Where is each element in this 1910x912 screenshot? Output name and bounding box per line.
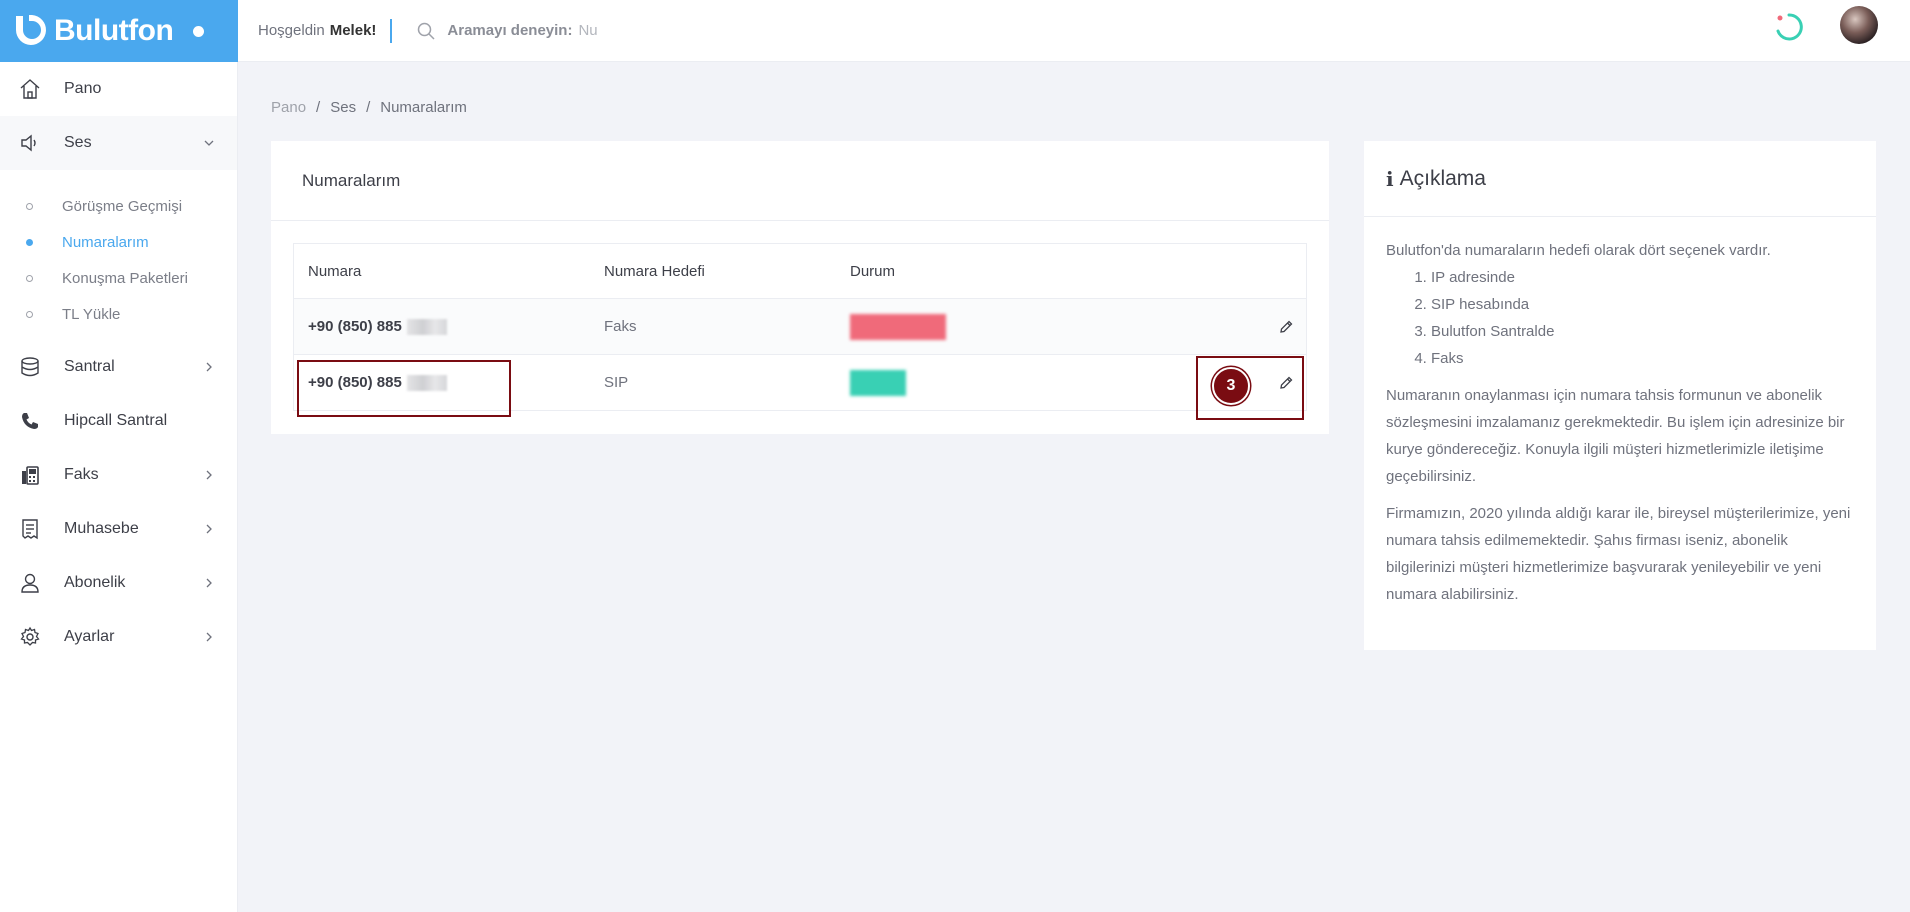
info-intro: Bulutfon'da numaraların hedefi olarak dö… xyxy=(1386,242,1771,259)
breadcrumb: Pano / Ses / Numaralarım xyxy=(271,99,467,116)
receipt-icon xyxy=(18,517,42,541)
welcome-message: Hoşgeldin Melek! xyxy=(258,18,393,43)
table-row: +90 (850) 885 Faks xyxy=(294,298,1306,354)
number-text: +90 (850) 885 xyxy=(308,318,402,335)
redacted-digits xyxy=(406,318,447,335)
status-cell xyxy=(850,313,1150,340)
loading-spinner-icon xyxy=(1776,13,1803,41)
speaker-icon xyxy=(18,131,42,155)
bulutfon-logo-icon xyxy=(16,15,46,45)
chevron-right-icon xyxy=(206,524,212,534)
database-icon xyxy=(18,355,42,379)
info-icon: i xyxy=(1386,166,1394,191)
option-item: Bulutfon Santralde xyxy=(1431,318,1854,345)
info-paragraph: Numaranın onaylanması için numara tahsis… xyxy=(1386,387,1845,485)
breadcrumb-item[interactable]: Pano xyxy=(271,99,306,116)
info-card: i Açıklama Bulutfon'da numaraların hedef… xyxy=(1364,141,1876,650)
sidebar-item-faks[interactable]: Faks xyxy=(0,448,237,502)
user-name: Melek! xyxy=(329,22,377,39)
sidebar-item-label: Faks xyxy=(64,466,99,483)
option-item: SIP hesabında xyxy=(1431,291,1854,318)
sidebar-subitem-gorusme-gecmisi[interactable]: Görüşme Geçmişi xyxy=(0,188,237,224)
search-icon xyxy=(418,22,435,40)
user-icon xyxy=(18,571,42,595)
chevron-right-icon xyxy=(206,470,212,480)
info-card-title: Açıklama xyxy=(1399,166,1486,190)
sidebar-item-ayarlar[interactable]: Ayarlar xyxy=(0,610,237,664)
search-bar[interactable]: Aramayı deneyin: xyxy=(417,22,779,40)
number-cell: +90 (850) 885 xyxy=(294,318,604,335)
step-marker: 3 xyxy=(1212,367,1250,405)
bullet-icon xyxy=(26,310,33,318)
breadcrumb-item: Numaralarım xyxy=(380,99,467,116)
option-item: Faks xyxy=(1431,345,1854,372)
breadcrumb-item[interactable]: Ses xyxy=(330,99,356,116)
chevron-right-icon xyxy=(206,362,212,372)
status-badge xyxy=(850,313,946,340)
option-list: IP adresinde SIP hesabında Bulutfon Sant… xyxy=(1386,264,1854,372)
sidebar-item-abonelik[interactable]: Abonelik xyxy=(0,556,237,610)
bullet-icon xyxy=(26,238,33,246)
bullet-icon xyxy=(26,202,33,210)
sidebar-item-hipcall-santral[interactable]: Hipcall Santral xyxy=(0,394,237,448)
phone-icon xyxy=(18,409,42,433)
edit-pencil-icon[interactable] xyxy=(1278,319,1294,335)
info-card-header: i Açıklama xyxy=(1364,141,1876,217)
sidebar-item-label: Santral xyxy=(64,358,115,375)
sidebar-subitem-konusma-paketleri[interactable]: Konuşma Paketleri xyxy=(0,260,237,296)
chevron-right-icon xyxy=(206,632,212,642)
chevron-down-icon xyxy=(204,140,214,146)
numbers-card: Numaralarım Numara Numara Hedefi Durum +… xyxy=(271,141,1329,434)
info-card-body: Bulutfon'da numaraların hedefi olarak dö… xyxy=(1364,217,1876,608)
option-item: IP adresinde xyxy=(1431,264,1854,291)
status-badge xyxy=(850,369,906,396)
brand-dot xyxy=(193,25,205,37)
column-header: Numara xyxy=(308,262,362,280)
sidebar-item-label: Ses xyxy=(64,134,92,151)
search-label: Aramayı deneyin: xyxy=(447,22,573,39)
sidebar-item-santral[interactable]: Santral xyxy=(0,340,237,394)
info-paragraph: Firmamızın, 2020 yılında aldığı karar il… xyxy=(1386,505,1851,603)
sidebar-item-label: Pano xyxy=(64,80,102,97)
gear-icon xyxy=(18,625,42,649)
subitem-label: Konuşma Paketleri xyxy=(62,269,188,287)
column-header: Durum xyxy=(850,262,896,280)
sidebar-subitem-tl-yukle[interactable]: TL Yükle xyxy=(0,296,237,332)
sidebar-item-label: Abonelik xyxy=(64,574,126,591)
sidebar-subitem-numaralarim[interactable]: Numaralarım xyxy=(0,224,237,260)
status-cell xyxy=(850,369,1150,396)
search-input[interactable] xyxy=(578,22,779,39)
subitem-label: TL Yükle xyxy=(62,305,121,323)
subitem-label: Numaralarım xyxy=(62,233,149,251)
sidebar: Pano Ses Görüşme Geçmişi Numaralarım Kon… xyxy=(0,62,238,912)
target-cell: Faks xyxy=(604,318,637,335)
welcome-prefix: Hoşgeldin xyxy=(258,22,325,39)
chevron-right-icon xyxy=(206,578,212,588)
brand-name: Bulutfon xyxy=(54,14,174,47)
table-header-row: Numara Numara Hedefi Durum xyxy=(294,244,1306,298)
brand-logo[interactable]: Bulutfon xyxy=(0,0,238,62)
sidebar-item-label: Ayarlar xyxy=(64,628,115,645)
card-title: Numaralarım xyxy=(271,141,1329,221)
ses-submenu: Görüşme Geçmişi Numaralarım Konuşma Pake… xyxy=(0,170,237,340)
sidebar-item-label: Muhasebe xyxy=(64,520,139,537)
sidebar-item-label: Hipcall Santral xyxy=(64,412,168,429)
sidebar-item-ses[interactable]: Ses xyxy=(0,116,237,170)
top-bar: Hoşgeldin Melek! Aramayı deneyin: xyxy=(238,0,1910,62)
breadcrumb-separator: / xyxy=(316,99,321,116)
breadcrumb-separator: / xyxy=(366,99,371,116)
bullet-icon xyxy=(26,274,33,282)
column-header: Numara Hedefi xyxy=(604,262,705,280)
sidebar-item-pano[interactable]: Pano xyxy=(0,62,237,116)
number-highlight-box xyxy=(297,360,511,417)
sidebar-item-muhasebe[interactable]: Muhasebe xyxy=(0,502,237,556)
fax-icon xyxy=(18,463,42,487)
target-cell: SIP xyxy=(604,374,629,391)
home-icon xyxy=(18,77,42,101)
user-avatar[interactable] xyxy=(1840,6,1878,44)
subitem-label: Görüşme Geçmişi xyxy=(62,197,183,215)
